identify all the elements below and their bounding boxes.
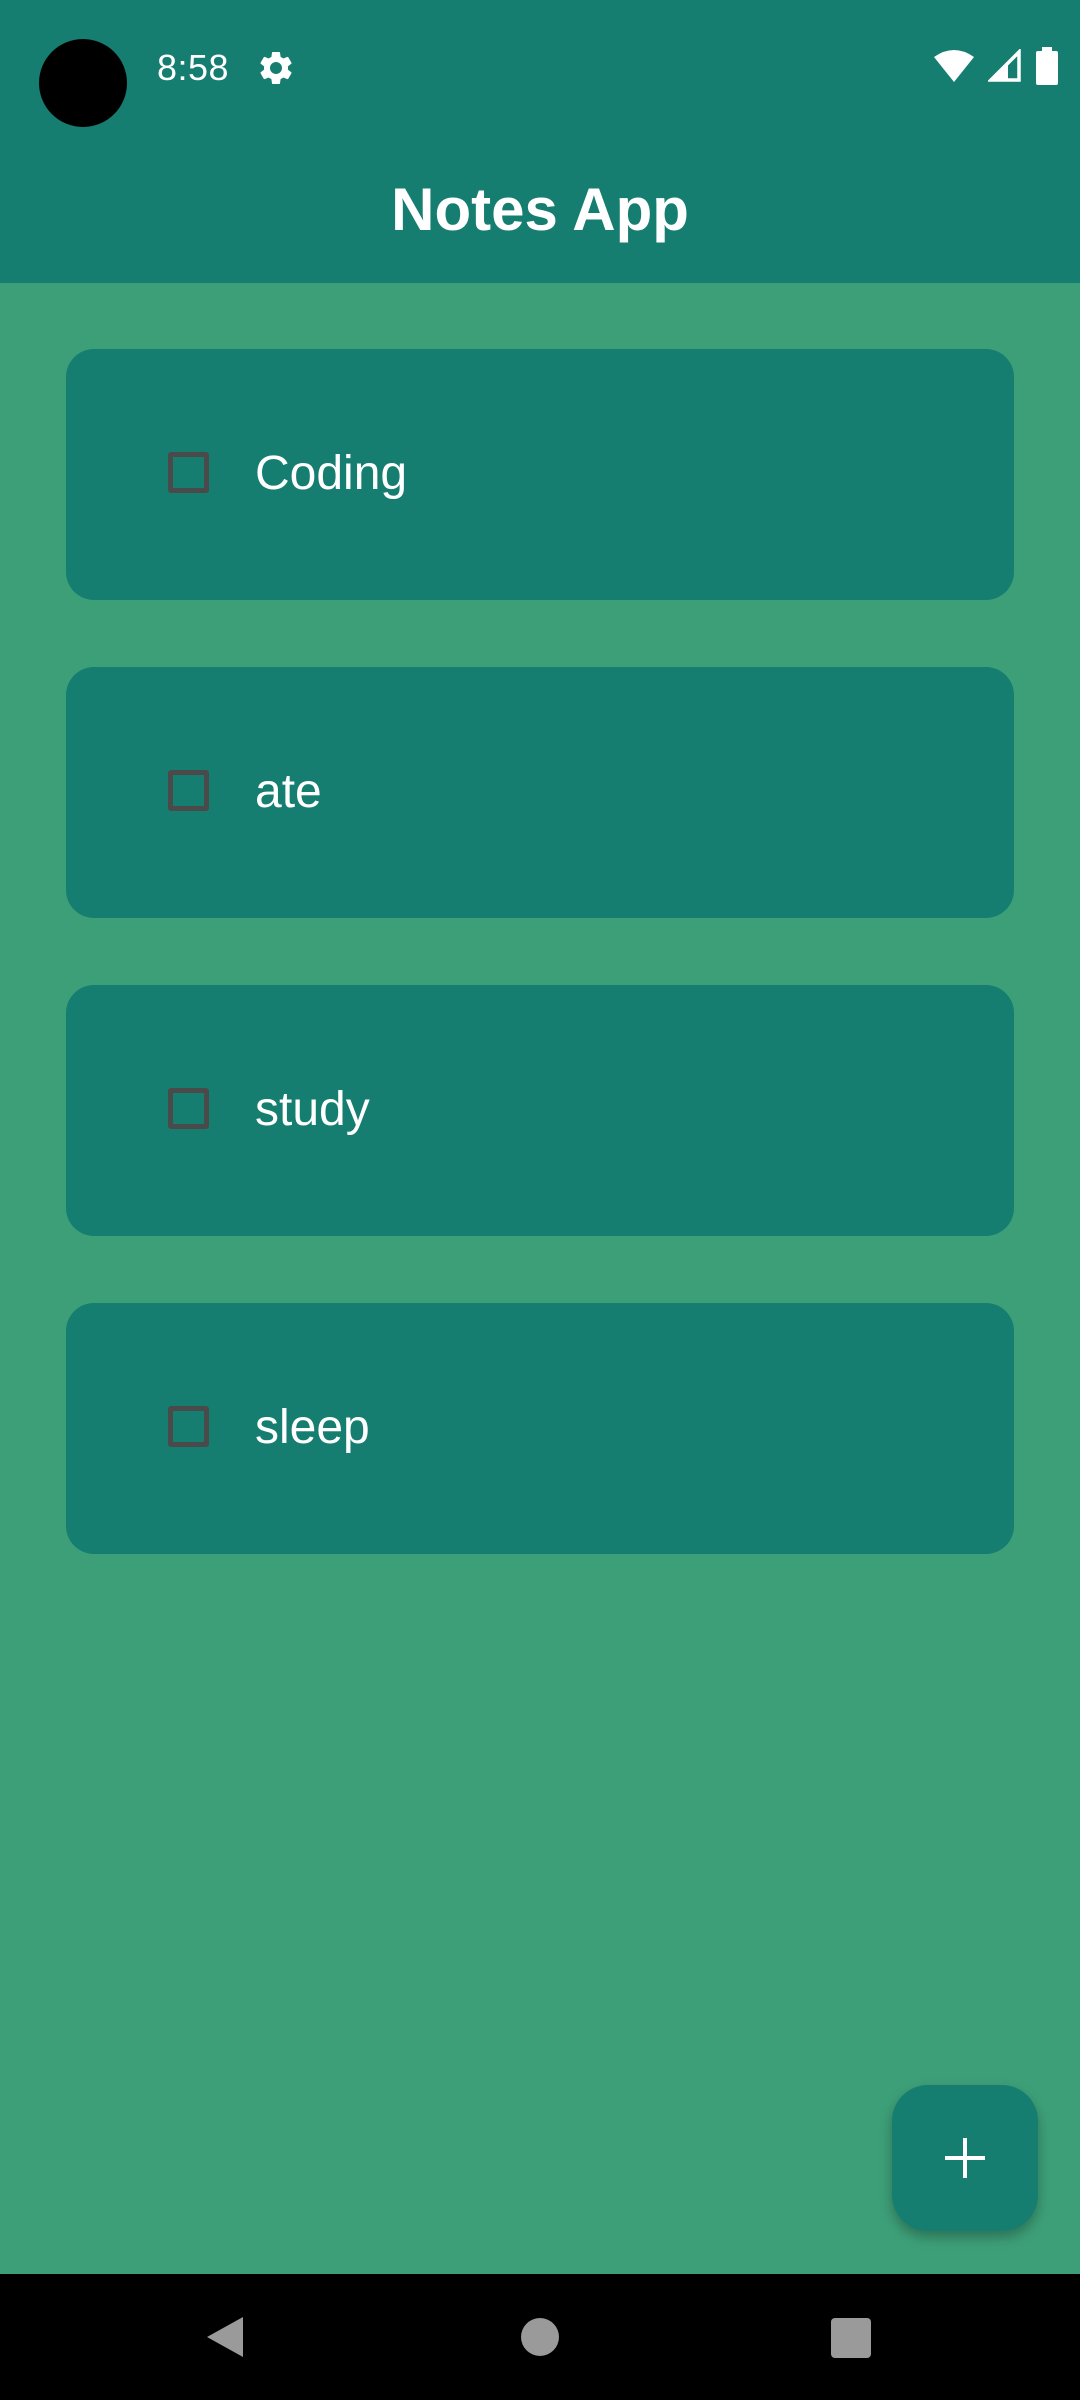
battery-icon [1036, 47, 1058, 85]
navigation-bar [0, 2274, 1080, 2400]
home-icon[interactable] [521, 2318, 559, 2356]
gear-icon [260, 51, 292, 84]
back-icon[interactable] [205, 2315, 245, 2359]
note-card[interactable]: study [66, 985, 1014, 1236]
signal-icon [988, 49, 1021, 82]
add-note-button[interactable] [892, 2085, 1038, 2231]
top-bar: 8:58 Notes App [0, 0, 1080, 283]
page-title: Notes App [391, 176, 689, 243]
note-checkbox[interactable] [168, 452, 209, 493]
note-text: ate [255, 765, 322, 818]
note-card[interactable]: Coding [66, 349, 1014, 600]
status-bar: 8:58 [0, 0, 1080, 135]
note-card[interactable]: sleep [66, 1303, 1014, 1554]
recents-icon[interactable] [831, 2318, 871, 2358]
note-text: Coding [255, 447, 408, 500]
note-text: study [255, 1083, 370, 1136]
note-checkbox[interactable] [168, 1088, 209, 1129]
note-list: Coding ate study sleep [66, 349, 1014, 1621]
status-time: 8:58 [157, 47, 230, 88]
camera-cutout [39, 39, 127, 127]
note-text: sleep [255, 1401, 370, 1454]
plus-icon [945, 2138, 985, 2178]
status-icons [934, 46, 1058, 86]
wifi-icon [934, 50, 974, 82]
note-checkbox[interactable] [168, 1406, 209, 1447]
note-card[interactable]: ate [66, 667, 1014, 918]
note-checkbox[interactable] [168, 770, 209, 811]
